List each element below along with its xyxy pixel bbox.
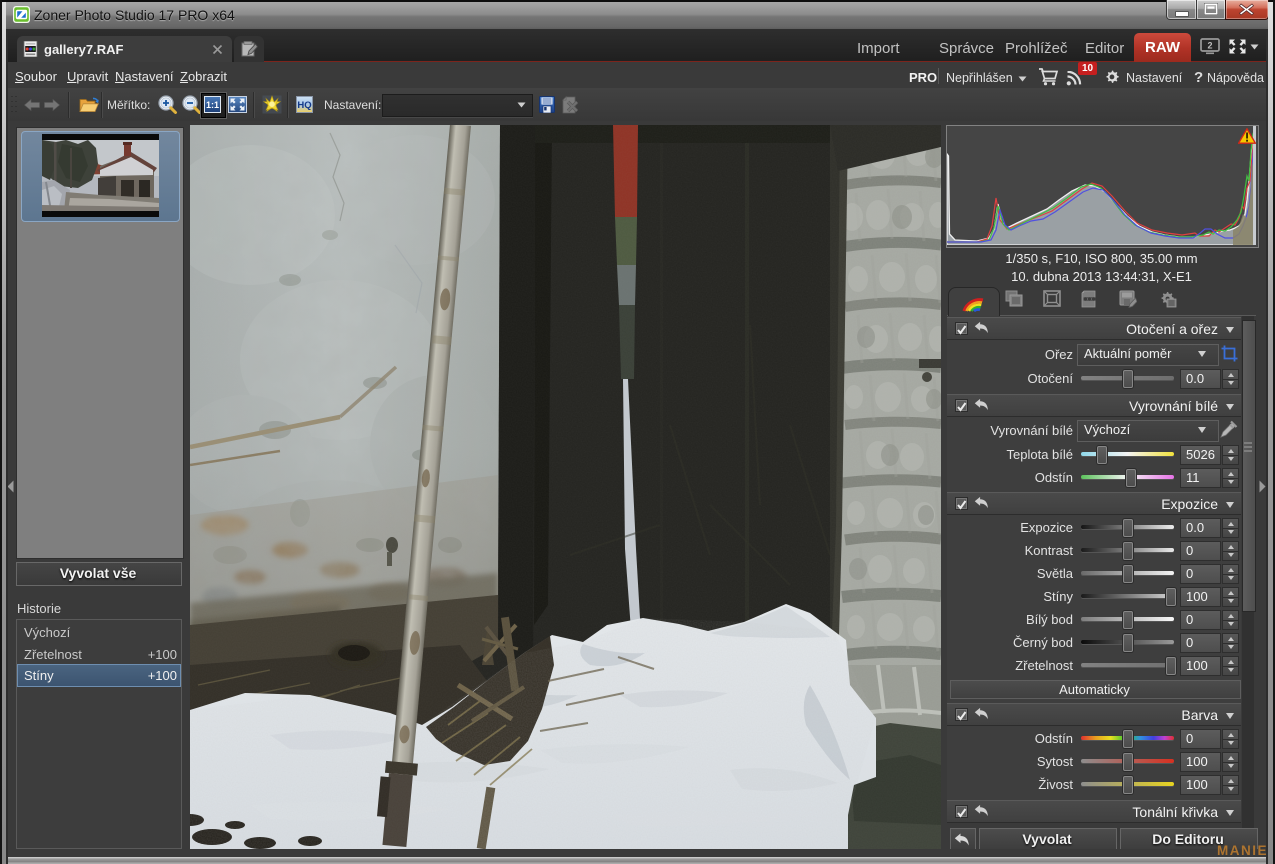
- svg-text:2: 2: [1207, 41, 1212, 51]
- svg-text:1:1: 1:1: [206, 100, 219, 110]
- svg-text:HQ: HQ: [297, 100, 311, 111]
